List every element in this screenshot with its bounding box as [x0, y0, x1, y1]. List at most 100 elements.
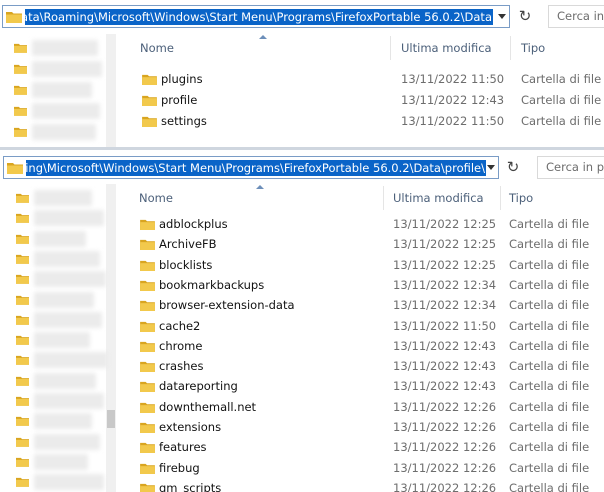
folder-row[interactable]: extensions 13/11/2022 12:26 Cartella di fi…	[120, 417, 604, 438]
nav-item[interactable]	[0, 228, 120, 249]
folder-icon	[140, 402, 155, 413]
folder-icon	[140, 463, 155, 474]
folder-icon	[142, 95, 157, 106]
folder-icon	[16, 315, 29, 325]
nav-item[interactable]	[0, 80, 118, 101]
item-type: Cartella di file	[509, 298, 590, 313]
column-divider[interactable]	[390, 36, 391, 60]
refresh-icon[interactable]: ↻	[514, 5, 536, 27]
folder-row[interactable]: ArchiveFB 13/11/2022 12:25 Cartella di fil…	[120, 234, 604, 255]
folder-row[interactable]: crashes 13/11/2022 12:43 Cartella di file	[120, 356, 604, 377]
nav-item-blurred	[34, 291, 94, 308]
folder-icon	[140, 422, 155, 433]
nav-item-blurred	[34, 433, 100, 450]
folder-name: features	[159, 440, 207, 455]
folder-row[interactable]: plugins 13/11/2022 11:50 Cartella di file	[120, 69, 604, 90]
item-type: Cartella di file	[509, 217, 590, 231]
folder-name: ArchiveFB	[159, 237, 217, 252]
modified-date: 13/11/2022 11:50	[393, 318, 497, 333]
folder-row[interactable]: datareporting 13/11/2022 12:43 Cartella di…	[120, 376, 604, 397]
folder-row[interactable]: settings 13/11/2022 11:50 Cartella di file	[120, 111, 604, 132]
chevron-down-icon[interactable]	[498, 14, 506, 19]
modified-date: 13/11/2022 12:43	[393, 359, 497, 374]
folder-icon	[14, 106, 27, 116]
nav-item[interactable]	[0, 101, 118, 122]
folder-row[interactable]: bookmarkbackups 13/11/2022 12:34 Cartella …	[120, 275, 604, 296]
item-type: Cartella di file	[509, 237, 590, 252]
file-list: Nome Ultima modifica Tipo adblockplus 13/…	[120, 184, 604, 492]
column-header-type[interactable]: Tipo	[509, 184, 533, 212]
folder-row[interactable]: adblockplus 13/11/2022 12:25 Cartella di f…	[120, 214, 604, 235]
nav-item[interactable]	[0, 59, 118, 80]
folder-row[interactable]: blocklists 13/11/2022 12:25 Cartella di fi…	[120, 255, 604, 276]
folder-icon	[16, 214, 29, 224]
nav-item[interactable]	[0, 370, 120, 391]
folder-row[interactable]: profile 13/11/2022 12:43 Cartella di file	[120, 90, 604, 111]
modified-date: 13/11/2022 12:26	[393, 399, 497, 414]
nav-item[interactable]	[0, 248, 120, 269]
modified-date: 13/11/2022 11:50	[401, 72, 505, 86]
address-path-text[interactable]: \Roaming\Microsoft\Windows\Start Menu\Pr…	[26, 160, 486, 176]
nav-item[interactable]	[0, 329, 120, 350]
item-type: Cartella di file	[509, 440, 590, 455]
refresh-icon[interactable]: ↻	[502, 156, 524, 178]
nav-item-blurred	[34, 190, 92, 206]
nav-item[interactable]	[0, 471, 120, 492]
navigation-pane	[0, 34, 118, 147]
nav-item[interactable]	[0, 431, 120, 452]
nav-item[interactable]	[0, 122, 118, 143]
nav-scrollbar[interactable]	[106, 34, 116, 147]
nav-item[interactable]	[0, 187, 120, 208]
nav-item-blurred	[34, 210, 104, 227]
search-input[interactable]: Cerca in	[548, 5, 604, 28]
nav-item-blurred	[34, 372, 96, 389]
modified-date: 13/11/2022 12:25	[393, 217, 497, 231]
folder-icon	[16, 457, 29, 467]
nav-item[interactable]	[0, 390, 120, 411]
column-divider[interactable]	[383, 186, 384, 210]
modified-date: 13/11/2022 12:34	[393, 277, 497, 292]
folder-icon	[16, 417, 29, 427]
folder-row[interactable]: firebug 13/11/2022 12:26 Cartella di file	[120, 458, 604, 479]
folder-row[interactable]: cache2 13/11/2022 11:50 Cartella di file	[120, 316, 604, 337]
nav-item[interactable]	[0, 38, 118, 59]
column-header-modified[interactable]: Ultima modifica	[393, 184, 484, 212]
nav-item-blurred	[32, 61, 102, 77]
chevron-down-icon[interactable]	[487, 165, 495, 170]
address-path-text[interactable]: ppData\Roaming\Microsoft\Windows\Start M…	[25, 9, 493, 25]
folder-name: browser-extension-data	[159, 298, 295, 313]
column-header-modified[interactable]: Ultima modifica	[401, 34, 492, 62]
item-type: Cartella di file	[509, 480, 590, 492]
item-type: Cartella di file	[509, 338, 590, 353]
explorer-window-data: ppData\Roaming\Microsoft\Windows\Start M…	[0, 0, 604, 147]
column-divider[interactable]	[500, 186, 501, 210]
folder-icon	[140, 483, 155, 492]
folder-name: extensions	[159, 420, 222, 434]
folder-icon	[142, 74, 157, 85]
nav-item[interactable]	[0, 309, 120, 330]
nav-item[interactable]	[0, 207, 120, 228]
nav-item[interactable]	[0, 268, 120, 289]
column-header-name[interactable]: Nome	[139, 184, 173, 212]
folder-name: profile	[161, 93, 198, 107]
folder-row[interactable]: downthemall.net 13/11/2022 12:26 Cartella …	[120, 397, 604, 418]
folder-row[interactable]: chrome 13/11/2022 12:43 Cartella di file	[120, 336, 604, 357]
address-bar[interactable]: ppData\Roaming\Microsoft\Windows\Start M…	[2, 5, 510, 28]
folder-row[interactable]: browser-extension-data 13/11/2022 12:34 Ca…	[120, 295, 604, 316]
nav-item[interactable]	[0, 451, 120, 472]
nav-item[interactable]	[0, 410, 120, 431]
column-divider[interactable]	[510, 36, 511, 60]
nav-item[interactable]	[0, 349, 120, 370]
folder-icon	[6, 12, 22, 23]
column-header-type[interactable]: Tipo	[521, 34, 545, 62]
nav-item[interactable]	[0, 289, 120, 310]
column-header-name[interactable]: Nome	[140, 34, 174, 62]
nav-item-blurred	[34, 352, 108, 369]
nav-item-blurred	[32, 40, 98, 56]
folder-row[interactable]: features 13/11/2022 12:26 Cartella di file	[120, 437, 604, 458]
folder-name: cache2	[159, 318, 201, 333]
search-input[interactable]: Cerca in pro	[537, 156, 604, 179]
folder-row[interactable]: gm_scripts 13/11/2022 12:26 Cartella di fi…	[120, 478, 604, 492]
address-bar[interactable]: \Roaming\Microsoft\Windows\Start Menu\Pr…	[3, 156, 499, 179]
nav-item-blurred	[34, 271, 106, 288]
